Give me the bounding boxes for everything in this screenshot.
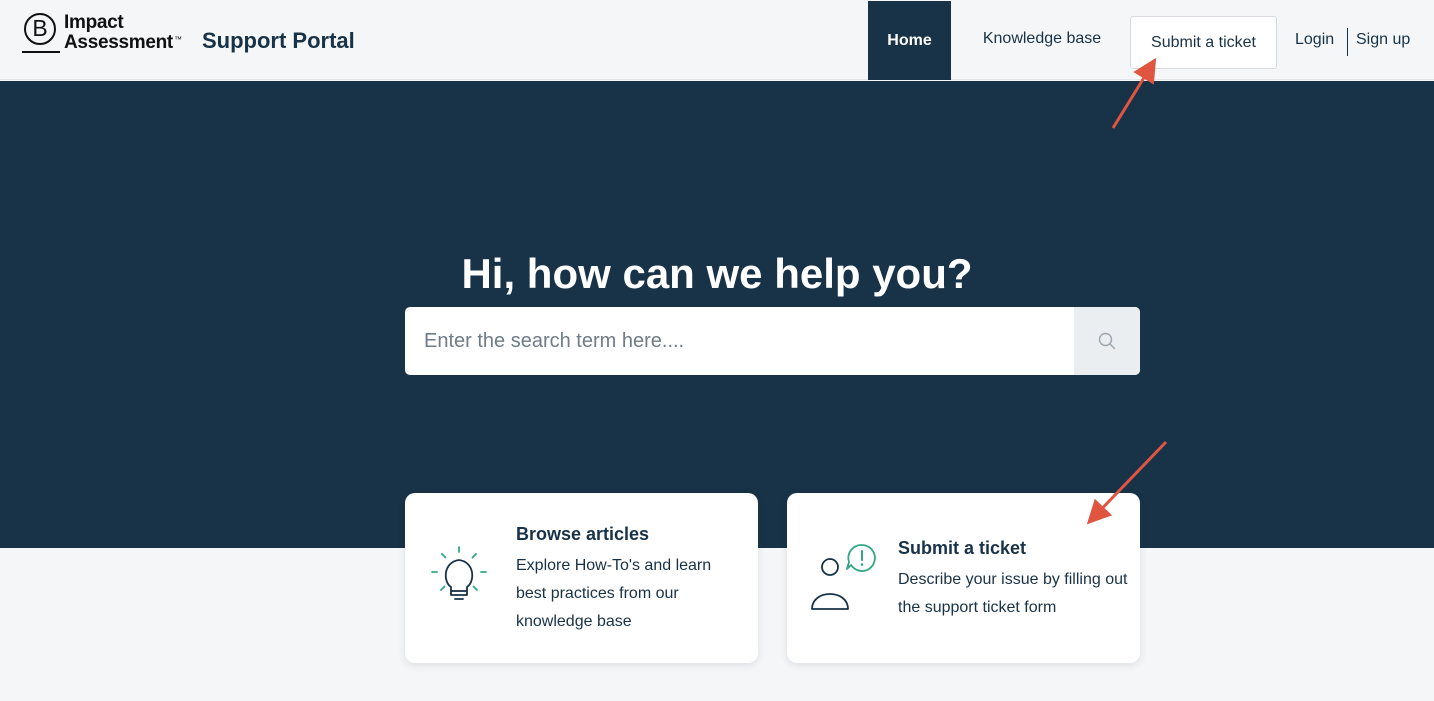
hero-title: Hi, how can we help you? (461, 250, 973, 297)
nav-home[interactable]: Home (868, 1, 951, 80)
nav-submit-ticket-button[interactable]: Submit a ticket (1130, 16, 1277, 69)
nav-login[interactable]: Login (1295, 31, 1334, 49)
search-bar (405, 307, 1140, 375)
lightbulb-icon (431, 546, 487, 600)
b-corp-logo-icon: B (24, 13, 56, 45)
submit-ticket-card[interactable]: Submit a ticket Describe your issue by f… (787, 493, 1140, 663)
search-icon (1098, 332, 1116, 350)
portal-title[interactable]: Support Portal (202, 28, 355, 54)
brand-logo[interactable]: B Impact Assessment™ (22, 12, 194, 60)
nav-signup[interactable]: Sign up (1356, 31, 1410, 49)
card-description: Describe your issue by filling out the s… (898, 571, 1128, 616)
card-title: Browse articles (516, 524, 650, 544)
search-input[interactable] (405, 307, 1073, 375)
card-description: Explore How-To's and learn best practice… (516, 557, 712, 630)
logo-text-line2: Assessment™ (64, 32, 182, 53)
logo-underline (22, 51, 60, 53)
nav-separator (1347, 28, 1348, 56)
nav-knowledge-base[interactable]: Knowledge base (962, 30, 1122, 48)
site-header: B Impact Assessment™ Support Portal Home… (0, 0, 1434, 80)
search-button[interactable] (1074, 307, 1140, 375)
card-title: Submit a ticket (898, 538, 1027, 558)
logo-text-line1: Impact (64, 12, 124, 33)
user-alert-icon (811, 544, 876, 610)
browse-articles-card[interactable]: Browse articles Explore How-To's and lea… (405, 493, 758, 663)
